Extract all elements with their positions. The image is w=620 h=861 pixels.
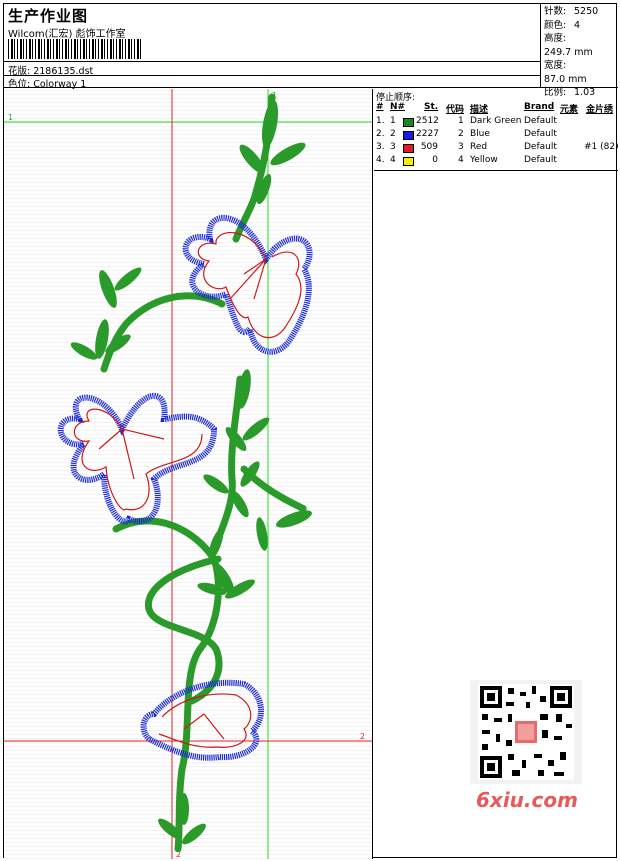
table-row: 4. 4 0 4 Yellow Default [374,155,618,168]
stop-sequence-panel: 停止顺序: # N# St. 代码 描述 Brand 元素 金片绣 1. 1 2… [374,89,619,171]
row-brand: Default [524,155,557,165]
color-swatch [403,144,414,153]
row-extra: #1 (82) [584,142,619,152]
height-label: 高度: [544,33,567,44]
studio-name: Wilcom(汇宏) 彪饰工作室 [8,29,126,40]
barcode-image [8,39,143,59]
design-stats: 针数: 5250 颜色: 4 高度:249.7 mm 宽度:87.0 mm 比例: 1… [541,4,618,98]
table-row: 2. 2 2227 2 Blue Default [374,129,618,142]
col-header-number: N# [390,102,406,112]
qr-code-image [470,680,582,784]
col-header-stitches: St. [424,102,439,112]
row-stitches: 0 [432,155,438,165]
row-number: 1 [390,116,396,126]
row-stitches: 2512 [416,116,439,126]
row-index: 1. [376,116,385,126]
row-index: 3. [376,142,385,152]
guide-label-2-h: 2 [360,732,365,741]
row-index: 4. [376,155,385,165]
row-number: 3 [390,142,396,152]
col-header-element: 元素 [560,105,579,115]
row-code: 4 [458,155,464,165]
colorway-name: 色位: Colorway 1 [8,79,87,90]
col-header-code: 代码 [446,105,465,115]
color-count: 4 [574,19,581,31]
col-header-brand: Brand [524,102,555,112]
row-code: 3 [458,142,464,152]
qr-code-inner [478,684,574,780]
qr-pattern [480,686,572,778]
stitch-count: 5250 [574,6,599,17]
table-row: 3. 3 509 3 Red Default #1 (82) [374,142,619,155]
page-title: 生产作业图 [8,7,89,25]
embroidery-drawing: 1 1 2 2 [4,89,372,859]
row-brand: Default [524,129,557,139]
row-code: 2 [458,129,464,139]
row-code: 1 [458,116,464,126]
stitches-label: 针数: [544,6,567,17]
row-index: 2. [376,129,385,139]
design-width: 87.0 mm [544,73,587,85]
row-stitches: 509 [420,142,438,152]
guide-label-1-h: 1 [8,113,13,122]
embroidery-preview: 1 1 2 2 [4,89,373,859]
color-swatch [403,157,414,166]
col-header-sequin: 金片绣 [586,105,614,115]
design-height: 249.7 mm [544,46,593,58]
row-description: Blue [470,129,490,139]
table-row: 1. 1 2512 1 Dark Green Default [374,116,618,129]
header-info: 生产作业图 Wilcom(汇宏) 彪饰工作室 花版: 2186135.dst 色… [4,4,541,90]
row-number: 4 [390,155,396,165]
row-description: Red [470,142,488,152]
row-number: 2 [390,129,396,139]
row-brand: Default [524,142,557,152]
stems [100,93,308,853]
width-label: 宽度: [544,60,567,71]
header-divider [4,61,541,62]
row-description: Dark Green [470,116,522,126]
color-swatch [403,131,414,140]
watermark-text: 6xiu.com [476,788,578,812]
color-swatch [403,118,414,127]
row-description: Yellow [470,155,498,165]
col-header-description: 描述 [470,105,489,115]
row-brand: Default [524,116,557,126]
col-header-hash: # [376,102,384,112]
row-stitches: 2227 [416,129,439,139]
colors-label: 颜色: [544,19,567,31]
